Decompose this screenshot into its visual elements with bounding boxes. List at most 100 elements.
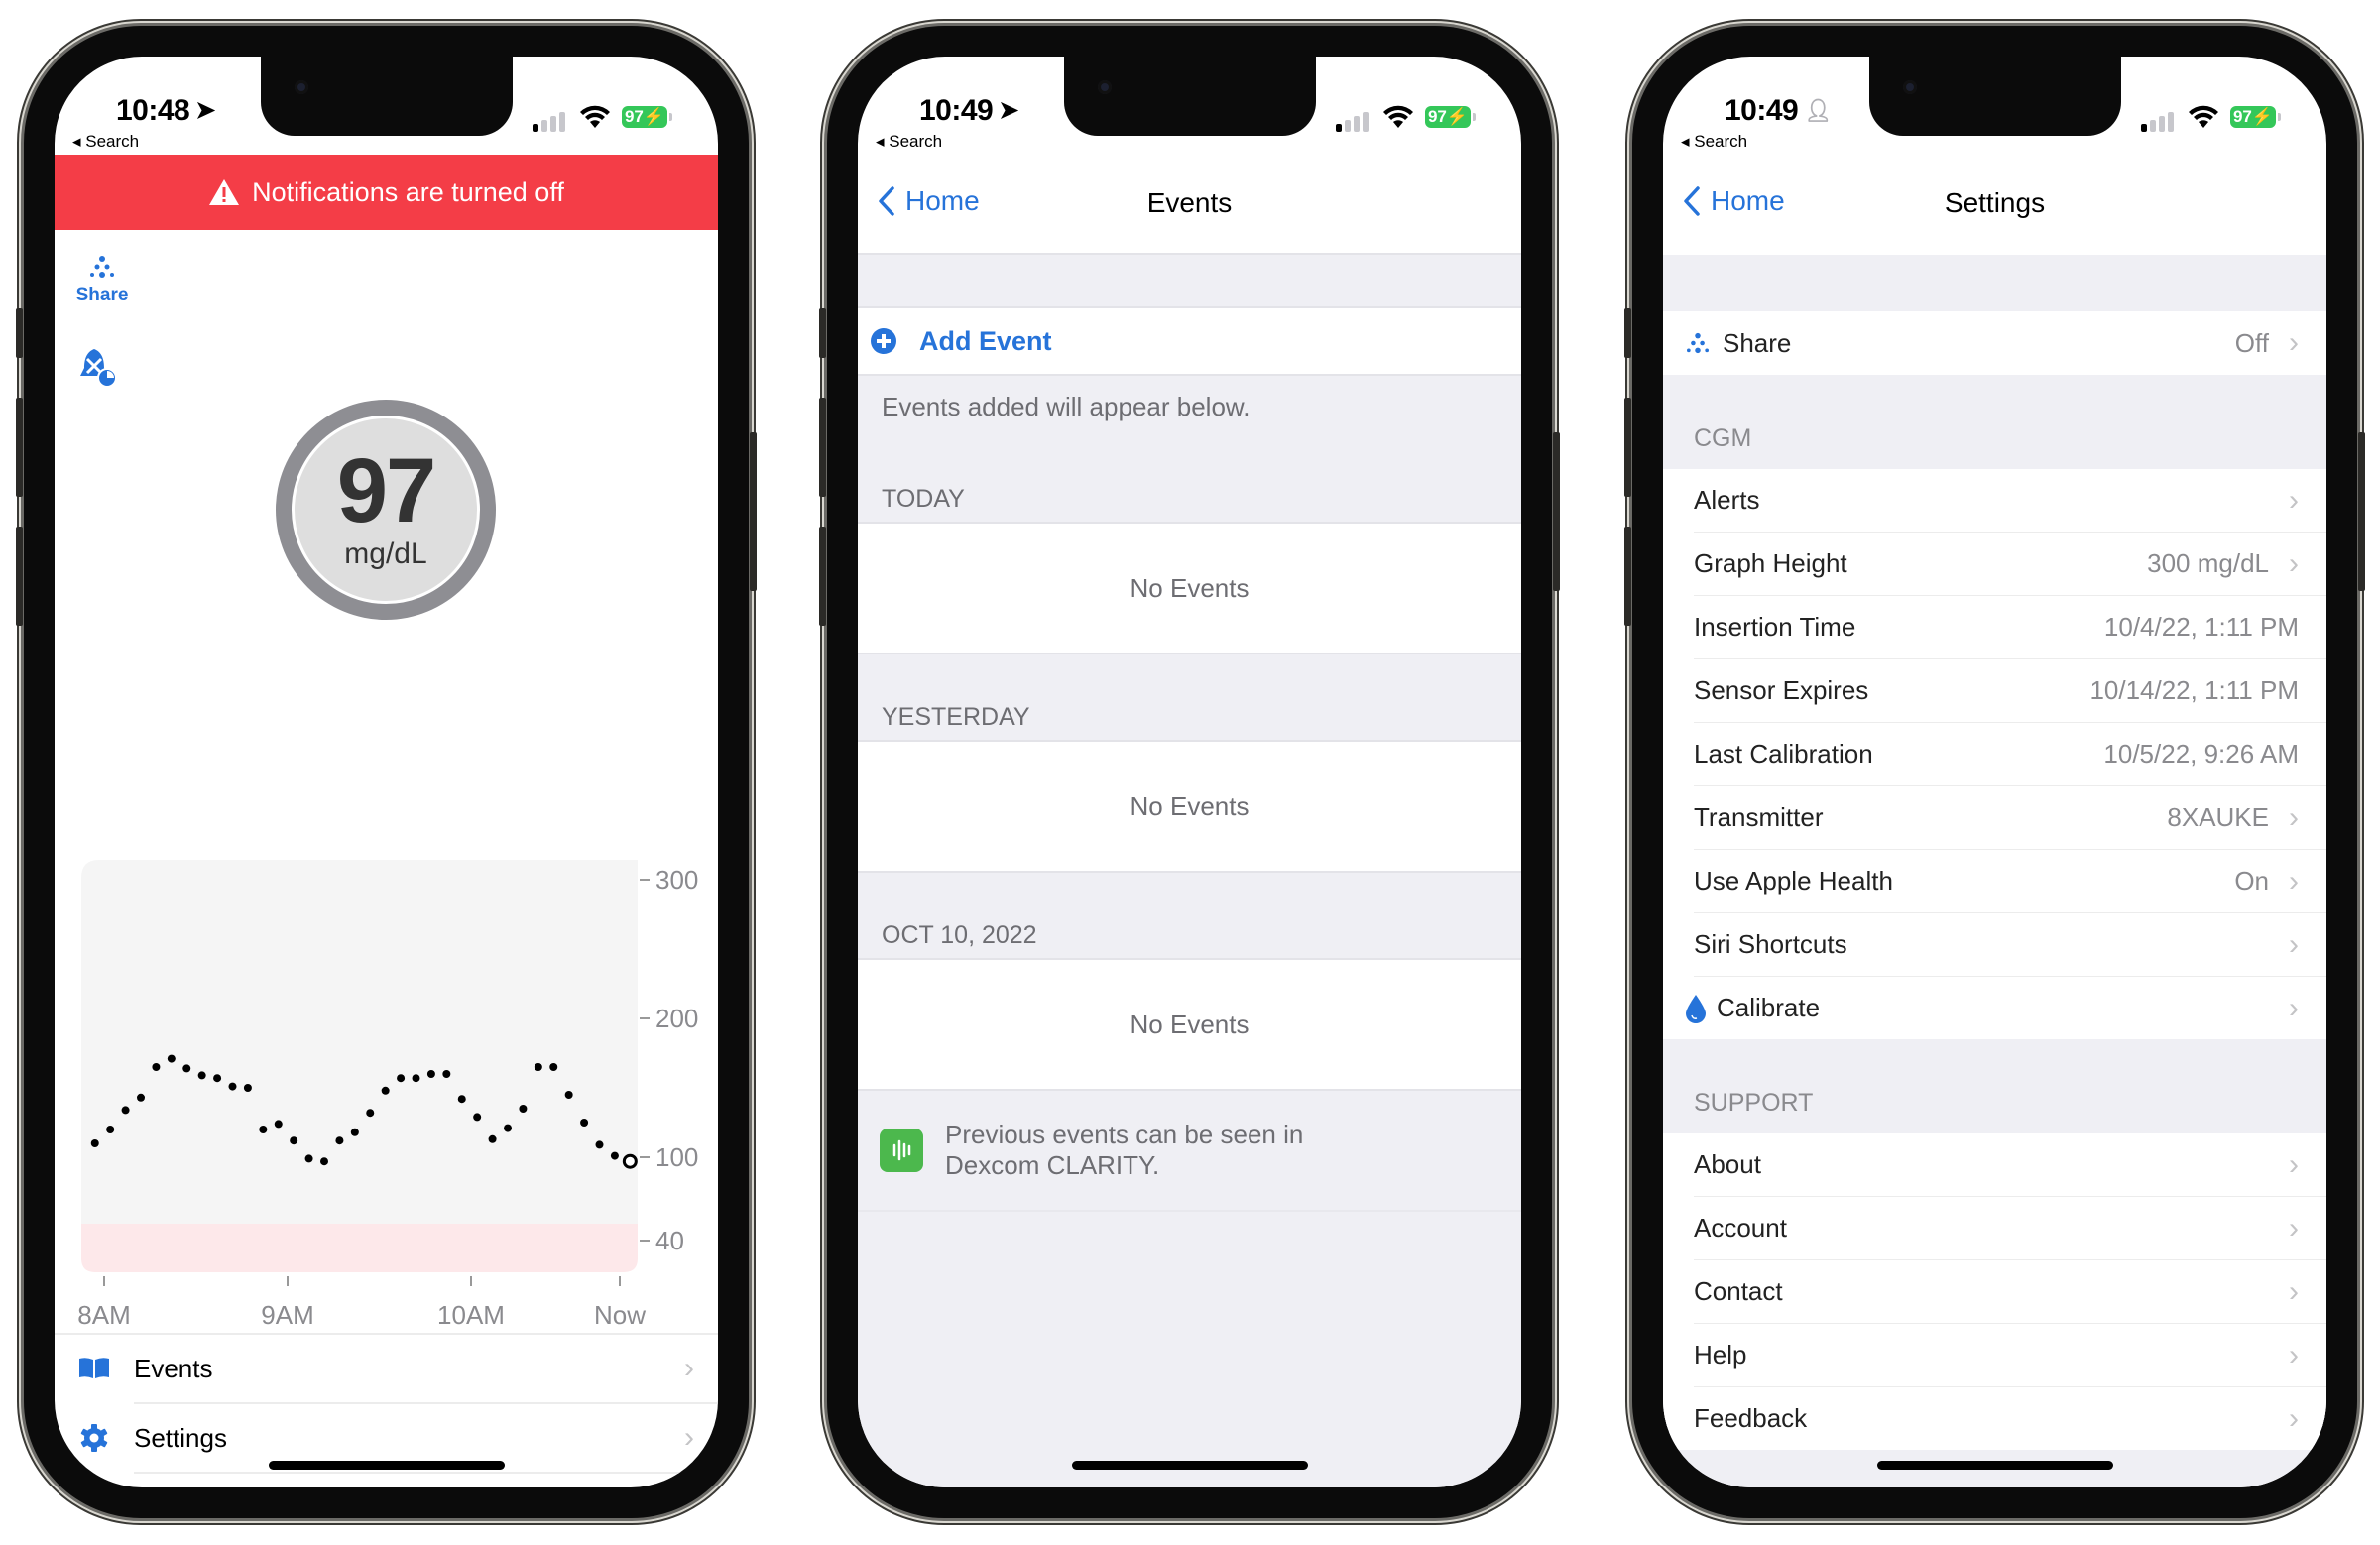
current-reading-point [622,1153,638,1169]
screen: 10:49 👤︎ ◂ Search 97⚡ Home Settings Share… [1663,57,2326,1487]
volume-up-button [1624,398,1631,497]
volume-up-button [819,398,826,497]
share-button[interactable]: Share [72,255,132,306]
back-to-app[interactable]: ◂ Search [72,132,139,152]
chart-background [81,860,638,1241]
chevron-right-icon: › [2289,1211,2299,1245]
settings-row-label: Feedback [1694,1403,1808,1433]
clarity-note[interactable]: Previous events can be seen in Dexcom CL… [858,1091,1521,1210]
back-to-app[interactable]: ◂ Search [876,132,942,152]
battery-indicator: 97⚡ [622,106,672,128]
reading-point [564,1091,573,1099]
menu-item-events[interactable]: Events › [55,1335,718,1402]
settings-row-label: Siri Shortcuts [1694,929,1847,959]
x-tick-label: 9AM [261,1300,313,1330]
reading-point [274,1120,283,1129]
divider [134,1472,718,1474]
battery-percent: 97 [1427,107,1447,126]
settings-row-sensor-expires[interactable]: Sensor Expires 10/14/22, 1:11 PM [1663,659,2326,722]
divider [858,1210,1521,1212]
screen: 10:48 ➤ ◂ Search 97⚡ Notifications are tu… [55,57,718,1487]
settings-row-label: Transmitter [1694,802,1824,832]
low-glucose-zone [81,1224,638,1272]
power-button [1553,432,1560,591]
chevron-right-icon: › [684,1421,694,1454]
settings-row-insertion-time[interactable]: Insertion Time 10/4/22, 1:11 PM [1663,596,2326,658]
section-header-cgm: CGM [1694,424,1752,452]
settings-row-label: Calibrate [1717,993,1821,1022]
page-title: Settings [1944,187,2046,218]
home-indicator[interactable] [269,1461,505,1470]
settings-row-siri-shortcuts[interactable]: Siri Shortcuts › [1663,913,2326,976]
settings-row-transmitter[interactable]: Transmitter 8XAUKE › [1663,786,2326,849]
battery-percent: 97 [2232,107,2252,126]
reading-point [90,1139,99,1147]
volume-down-button [1624,527,1631,626]
settings-row-value: 300 mg/dL [2147,548,2269,578]
chevron-right-icon: › [2289,326,2299,359]
notifications-off-banner[interactable]: Notifications are turned off [55,155,718,230]
alerts-silenced-icon[interactable] [78,346,118,388]
reading-point [350,1128,359,1136]
settings-row-alerts[interactable]: Alerts › [1663,469,2326,532]
reading-point [366,1109,375,1118]
chevron-right-icon: › [2289,800,2299,834]
glucose-trend-chart[interactable]: 300 200 100 40 8AM 9AM 10AM Now [55,820,718,1336]
home-indicator[interactable] [1877,1461,2113,1470]
settings-row-share[interactable]: Share Off › [1663,311,2326,375]
add-event-label: Add Event [919,325,1052,356]
settings-row-label: Insertion Time [1694,612,1856,642]
settings-row-value: Off [2234,327,2269,358]
support-section: About › Account › Contact › Help › Feedback › [1663,1133,2326,1450]
status-time: 10:49 👤︎ [1725,94,1832,128]
warning-icon [209,179,240,205]
reading-point [595,1140,604,1149]
home-indicator[interactable] [1072,1461,1308,1470]
glucose-gauge[interactable]: 97 mg/dL [276,400,496,620]
volume-down-button [819,527,826,626]
chevron-right-icon: › [2289,1401,2299,1435]
settings-row-calibrate[interactable]: Calibrate › [1663,977,2326,1039]
reading-point [228,1082,237,1091]
battery-percent: 97 [624,107,644,126]
settings-row-account[interactable]: Account › [1663,1197,2326,1259]
front-camera [295,80,308,94]
add-event-button[interactable]: Add Event [858,306,1521,376]
nav-bar: Home Events [858,156,1521,255]
status-time: 10:48 ➤ [116,94,215,128]
reading-point [106,1126,115,1133]
settings-row-label: Use Apple Health [1694,866,1893,895]
back-to-app[interactable]: ◂ Search [1681,132,1747,152]
settings-row-about[interactable]: About › [1663,1133,2326,1196]
wifi-icon [580,105,610,128]
settings-row-feedback[interactable]: Feedback › [1663,1387,2326,1450]
menu-item-label: Settings [134,1422,227,1453]
battery-indicator: 97⚡ [2230,106,2281,128]
cellular-signal-icon [2141,112,2174,132]
battery-indicator: 97⚡ [1425,106,1476,128]
cellular-signal-icon [533,112,565,132]
reading-point [243,1084,252,1092]
screen: 10:49 ➤ ◂ Search 97⚡ Home Events Add Even… [858,57,1521,1487]
reading-point [519,1105,528,1113]
settings-row-last-calibration[interactable]: Last Calibration 10/5/22, 9:26 AM [1663,723,2326,785]
notch [1869,57,2121,136]
reading-point [137,1093,145,1102]
settings-row-contact[interactable]: Contact › [1663,1260,2326,1323]
section-header-date: OCT 10, 2022 [882,921,1037,949]
settings-row-value: 8XAUKE [2167,802,2269,832]
power-button [2358,432,2365,591]
settings-row-help[interactable]: Help › [1663,1324,2326,1386]
phone-settings: 10:49 👤︎ ◂ Search 97⚡ Home Settings Share… [1624,26,2365,1518]
settings-row-label: About [1694,1149,1761,1179]
settings-row-graph-height[interactable]: Graph Height 300 mg/dL › [1663,533,2326,595]
chevron-right-icon: › [2289,1274,2299,1308]
settings-row-value: 10/14/22, 1:11 PM [2089,675,2299,705]
settings-row-use-apple-health[interactable]: Use Apple Health On › [1663,850,2326,912]
y-tick-label: 200 [655,1004,698,1033]
x-tick-label: Now [594,1300,646,1330]
share-label: Share [75,285,129,305]
reading-point [534,1063,542,1071]
reading-point [473,1113,482,1122]
wifi-icon [1383,105,1413,128]
